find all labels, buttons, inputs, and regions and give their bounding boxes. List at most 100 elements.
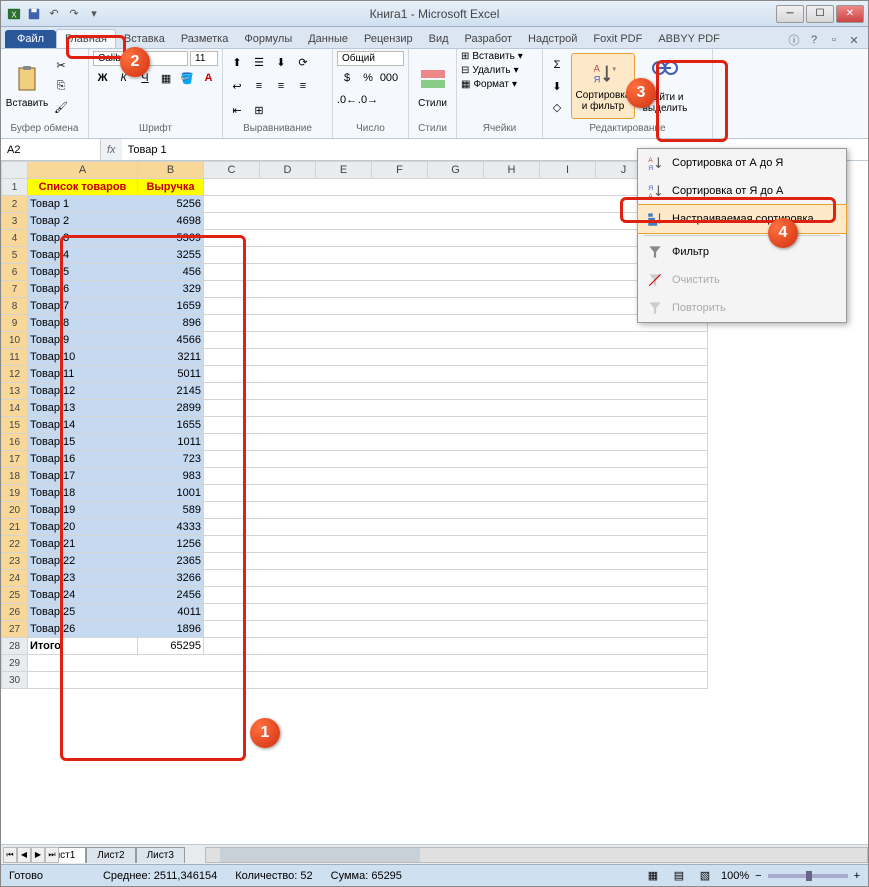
table-row[interactable]: 10Товар 94566 bbox=[2, 332, 708, 349]
indent-dec-icon[interactable]: ⇤ bbox=[227, 100, 247, 120]
name-box[interactable]: A2 bbox=[1, 139, 101, 160]
table-row[interactable]: 3Товар 24698 bbox=[2, 213, 708, 230]
redo-icon[interactable]: ↷ bbox=[65, 5, 83, 23]
comma-icon[interactable]: 000 bbox=[379, 68, 399, 88]
spreadsheet-grid[interactable]: A B C D E F G H I J K 1 Список товаров В… bbox=[1, 161, 708, 689]
excel-icon[interactable]: X bbox=[5, 5, 23, 23]
tab-foxit[interactable]: Foxit PDF bbox=[585, 30, 650, 48]
copy-icon[interactable]: ⎘ bbox=[51, 76, 71, 96]
inc-decimal-icon[interactable]: .0← bbox=[337, 90, 357, 110]
table-row[interactable]: 9Товар 8896 bbox=[2, 315, 708, 332]
col-header-d[interactable]: D bbox=[260, 162, 316, 179]
table-row[interactable]: 18Товар 17983 bbox=[2, 468, 708, 485]
menu-sort-za[interactable]: ЯА Сортировка от Я до А bbox=[638, 177, 846, 205]
file-tab[interactable]: Файл bbox=[5, 30, 56, 48]
qat-more-icon[interactable]: ▾ bbox=[85, 5, 103, 23]
close-button[interactable]: ✕ bbox=[836, 5, 864, 23]
fx-icon[interactable]: fx bbox=[101, 144, 122, 156]
sheet-nav-next-icon[interactable]: ▶ bbox=[31, 847, 45, 863]
zoom-out-icon[interactable]: − bbox=[755, 870, 761, 882]
doc-close-icon[interactable]: ✕ bbox=[846, 32, 862, 48]
table-row[interactable]: 27Товар 261896 bbox=[2, 621, 708, 638]
orientation-icon[interactable]: ⟳ bbox=[293, 52, 313, 72]
percent-icon[interactable]: % bbox=[358, 68, 378, 88]
menu-filter[interactable]: Фильтр bbox=[638, 238, 846, 266]
col-header-h[interactable]: H bbox=[484, 162, 540, 179]
table-row[interactable]: 1 Список товаров Выручка bbox=[2, 179, 708, 196]
table-row[interactable]: 24Товар 233266 bbox=[2, 570, 708, 587]
cells-format-button[interactable]: ▦Формат ▾ bbox=[461, 79, 538, 90]
col-header-e[interactable]: E bbox=[316, 162, 372, 179]
table-row[interactable]: 30 bbox=[2, 672, 708, 689]
menu-sort-az[interactable]: АЯ Сортировка от А до Я bbox=[638, 149, 846, 177]
wrap-text-icon[interactable]: ↩ bbox=[227, 76, 247, 96]
tab-insert[interactable]: Вставка bbox=[116, 30, 173, 48]
col-header-f[interactable]: F bbox=[372, 162, 428, 179]
table-row[interactable]: 4Товар 35369 bbox=[2, 230, 708, 247]
tab-abbyy[interactable]: ABBYY PDF bbox=[650, 30, 728, 48]
tab-developer[interactable]: Разработ bbox=[457, 30, 520, 48]
border-icon[interactable]: ▦ bbox=[157, 68, 176, 88]
sort-filter-button[interactable]: АЯ Сортировка и фильтр bbox=[571, 53, 635, 119]
cells-insert-button[interactable]: ⊞Вставить ▾ bbox=[461, 51, 538, 62]
fill-color-icon[interactable]: 🪣 bbox=[178, 68, 197, 88]
minimize-button[interactable]: ─ bbox=[776, 5, 804, 23]
ribbon-min-icon[interactable]: ▫ bbox=[826, 32, 842, 48]
paste-button[interactable]: Вставить bbox=[5, 53, 49, 119]
undo-icon[interactable]: ↶ bbox=[45, 5, 63, 23]
sheet-nav-last-icon[interactable]: ⏭ bbox=[45, 847, 59, 863]
tab-data[interactable]: Данные bbox=[300, 30, 356, 48]
table-row[interactable]: 26Товар 254011 bbox=[2, 604, 708, 621]
tab-home[interactable]: Главная bbox=[56, 29, 116, 48]
styles-button[interactable]: Стили bbox=[413, 53, 452, 119]
save-icon[interactable] bbox=[25, 5, 43, 23]
tab-review[interactable]: Рецензир bbox=[356, 30, 421, 48]
font-color-icon[interactable]: A bbox=[199, 68, 218, 88]
align-middle-icon[interactable]: ☰ bbox=[249, 52, 269, 72]
font-size-select[interactable]: 11 bbox=[190, 51, 218, 66]
table-row[interactable]: 28 Итого 65295 bbox=[2, 638, 708, 655]
merge-icon[interactable]: ⊞ bbox=[249, 100, 269, 120]
number-format-select[interactable]: Общий bbox=[337, 51, 404, 66]
minimize-ribbon-icon[interactable]: ⓘ bbox=[786, 32, 802, 48]
help-icon[interactable]: ? bbox=[806, 32, 822, 48]
table-row[interactable]: 13Товар 122145 bbox=[2, 383, 708, 400]
format-painter-icon[interactable]: 🖌 bbox=[51, 97, 71, 117]
bold-icon[interactable]: Ж bbox=[93, 68, 112, 88]
dec-decimal-icon[interactable]: .0→ bbox=[358, 90, 378, 110]
col-header-a[interactable]: A bbox=[28, 162, 138, 179]
table-row[interactable]: 5Товар 43255 bbox=[2, 247, 708, 264]
table-row[interactable]: 12Товар 115011 bbox=[2, 366, 708, 383]
currency-icon[interactable]: $ bbox=[337, 68, 357, 88]
align-bottom-icon[interactable]: ⬇ bbox=[271, 52, 291, 72]
col-header-c[interactable]: C bbox=[204, 162, 260, 179]
col-header-i[interactable]: I bbox=[540, 162, 596, 179]
clear-icon[interactable]: ◇ bbox=[547, 97, 567, 117]
horizontal-scrollbar[interactable] bbox=[205, 847, 868, 863]
align-left-icon[interactable]: ≡ bbox=[249, 76, 269, 96]
sheet-nav-first-icon[interactable]: ⏮ bbox=[3, 847, 17, 863]
align-top-icon[interactable]: ⬆ bbox=[227, 52, 247, 72]
align-center-icon[interactable]: ≡ bbox=[271, 76, 291, 96]
tab-addins[interactable]: Надстрой bbox=[520, 30, 585, 48]
menu-custom-sort[interactable]: Настраиваемая сортировка... bbox=[637, 204, 847, 234]
table-row[interactable]: 19Товар 181001 bbox=[2, 485, 708, 502]
col-header-g[interactable]: G bbox=[428, 162, 484, 179]
cells-delete-button[interactable]: ⊟Удалить ▾ bbox=[461, 65, 538, 76]
autosum-icon[interactable]: Σ bbox=[547, 55, 567, 75]
col-header-b[interactable]: B bbox=[138, 162, 204, 179]
select-all-corner[interactable] bbox=[2, 162, 28, 179]
sheet-tab-3[interactable]: Лист3 bbox=[136, 847, 185, 863]
tab-view[interactable]: Вид bbox=[421, 30, 457, 48]
table-row[interactable]: 11Товар 103211 bbox=[2, 349, 708, 366]
table-row[interactable]: 23Товар 222365 bbox=[2, 553, 708, 570]
table-row[interactable]: 20Товар 19589 bbox=[2, 502, 708, 519]
table-row[interactable]: 21Товар 204333 bbox=[2, 519, 708, 536]
table-row[interactable]: 16Товар 151011 bbox=[2, 434, 708, 451]
table-row[interactable]: 2Товар 15256 bbox=[2, 196, 708, 213]
table-row[interactable]: 6Товар 5456 bbox=[2, 264, 708, 281]
table-row[interactable]: 7Товар 6329 bbox=[2, 281, 708, 298]
table-row[interactable]: 8Товар 71659 bbox=[2, 298, 708, 315]
view-layout-icon[interactable]: ▤ bbox=[669, 866, 689, 886]
view-pagebreak-icon[interactable]: ▧ bbox=[695, 866, 715, 886]
